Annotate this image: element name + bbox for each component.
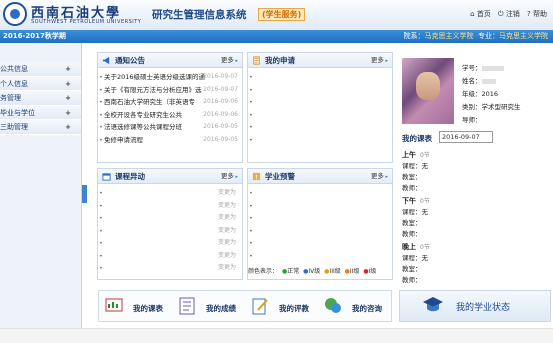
list-item (248, 187, 392, 200)
apply-more-link[interactable]: 更多 (371, 53, 388, 69)
list-item (248, 212, 392, 225)
sidebar: 公共信息 + 个人信息 + 务管理 + 毕业与学位 + 三助管理 + (0, 43, 82, 343)
chat-bubbles-icon (325, 298, 341, 313)
change-item[interactable]: 变更为 (98, 225, 242, 238)
quick-links: 我的课表 我的成绩 我的评教 我的咨询 (98, 290, 392, 322)
list-item (248, 109, 392, 122)
calendar-icon (102, 173, 111, 181)
list-item (248, 134, 392, 147)
list-item (248, 225, 392, 238)
sidebar-collapse-handle[interactable] (82, 185, 87, 203)
student-dept: 院系：马克思主义学院 专业：马克思主义学院 (403, 32, 548, 40)
list-item (248, 84, 392, 97)
list-item (248, 121, 392, 134)
university-logo (3, 2, 27, 26)
my-apply-panel: 我的申请 更多 (247, 52, 393, 163)
my-grades-button[interactable]: 我的成绩 (172, 291, 245, 323)
system-title: 研究生管理信息系统 (152, 9, 247, 21)
semester-label: 2016-2017秋学期 (3, 32, 66, 40)
header: 西南石油大學 SOUTHWEST PETROLEUM UNIVERSITY 研究… (0, 0, 553, 30)
university-name-en: SOUTHWEST PETROLEUM UNIVERSITY (31, 19, 142, 25)
pen-paper-icon (252, 298, 268, 315)
notice-item[interactable]: 西南石油大学研究生（非英语专2016-09-06 (98, 96, 242, 109)
warning-more-link[interactable]: 更多 (371, 169, 388, 185)
my-academic-status-button[interactable]: 我的学业状态 (399, 290, 551, 322)
notice-item[interactable]: 全校开设各专业研究生公共2016-09-06 (98, 109, 242, 122)
notice-item[interactable]: 法语选修课等公共课程分班2016-09-05 (98, 121, 242, 134)
change-more-link[interactable]: 更多 (221, 169, 238, 185)
list-item (248, 237, 392, 250)
document-icon (253, 56, 260, 65)
change-item[interactable]: 变更为 (98, 187, 242, 200)
home-link[interactable]: ⌂ 首页 (470, 10, 491, 18)
megaphone-icon (102, 56, 110, 65)
list-item (248, 200, 392, 213)
student-grade: 年级：2016 (462, 90, 499, 98)
system-badge: (学生服务) (258, 8, 306, 21)
sidebar-item-personal-info[interactable]: 个人信息 + (0, 76, 81, 91)
change-item[interactable]: 变更为 (98, 237, 242, 250)
student-tutor: 导师： (462, 116, 482, 124)
help-link[interactable]: ? 帮助 (527, 10, 547, 18)
notice-item[interactable]: 关于《有限元方法与分析应用》选2016-09-07 (98, 84, 242, 97)
list-item (248, 96, 392, 109)
student-id: 学号： (462, 62, 550, 72)
graduation-cap-icon (423, 297, 443, 312)
sidebar-item-public-info[interactable]: 公共信息 + (0, 62, 81, 77)
list-item (248, 250, 392, 263)
my-consult-button[interactable]: 我的咨询 (318, 291, 391, 323)
grade-list-icon (179, 297, 195, 315)
my-schedule-title: 我的课表 (402, 134, 432, 143)
student-type: 类别：学术型研究生 (462, 103, 521, 111)
warning-legend: 颜色表示： ●正常 ●IV级 ●III级 ●II级 ●I级 (248, 268, 377, 275)
schedule-date-input[interactable]: 2016-09-07 (439, 131, 493, 143)
schedule-afternoon: 下午 0节 课程：无 教室： 教师： (402, 197, 430, 238)
schedule-evening: 晚上 0节 课程：无 教室： 教师： (402, 243, 430, 284)
footer (0, 328, 553, 343)
academic-warning-panel: 学业预警 更多 (247, 168, 393, 280)
notice-item[interactable]: 免修申请流程2016-09-05 (98, 134, 242, 147)
change-item[interactable]: 变更为 (98, 212, 242, 225)
my-schedule-button[interactable]: 我的课表 (99, 291, 172, 323)
notice-item[interactable]: 关于2016级硕士英语分级选课的通2016-09-07 (98, 71, 242, 84)
chart-board-icon (105, 298, 123, 312)
change-item[interactable]: 变更为 (98, 200, 242, 213)
top-links: ⌂ 首页 ⏻ 注销 ? 帮助 (465, 9, 547, 19)
list-item (248, 71, 392, 84)
student-photo (402, 58, 454, 124)
sidebar-item-graduation[interactable]: 毕业与学位 + (0, 105, 81, 120)
student-name: 姓名： (462, 75, 550, 85)
warning-icon (252, 172, 261, 181)
course-change-panel: 课程异动 更多 变更为 变更为 变更为 变更为 变更为 变更为 变更为 (97, 168, 243, 280)
sidebar-item-academic[interactable]: 务管理 + (0, 91, 81, 106)
change-item[interactable]: 变更为 (98, 250, 242, 263)
schedule-morning: 上午 0节 课程：无 教室： 教师： (402, 151, 430, 192)
notice-panel: 通知公告 更多 关于2016级硕士英语分级选课的通2016-09-07 关于《有… (97, 52, 243, 163)
sidebar-item-assistant[interactable]: 三助管理 + (0, 120, 81, 135)
my-evaluation-button[interactable]: 我的评教 (245, 291, 318, 323)
info-bar: 2016-2017秋学期 院系：马克思主义学院 专业：马克思主义学院 (0, 30, 553, 43)
logout-link[interactable]: ⏻ 注销 (498, 10, 520, 18)
notice-more-link[interactable]: 更多 (221, 53, 238, 69)
change-item[interactable]: 变更为 (98, 262, 242, 275)
